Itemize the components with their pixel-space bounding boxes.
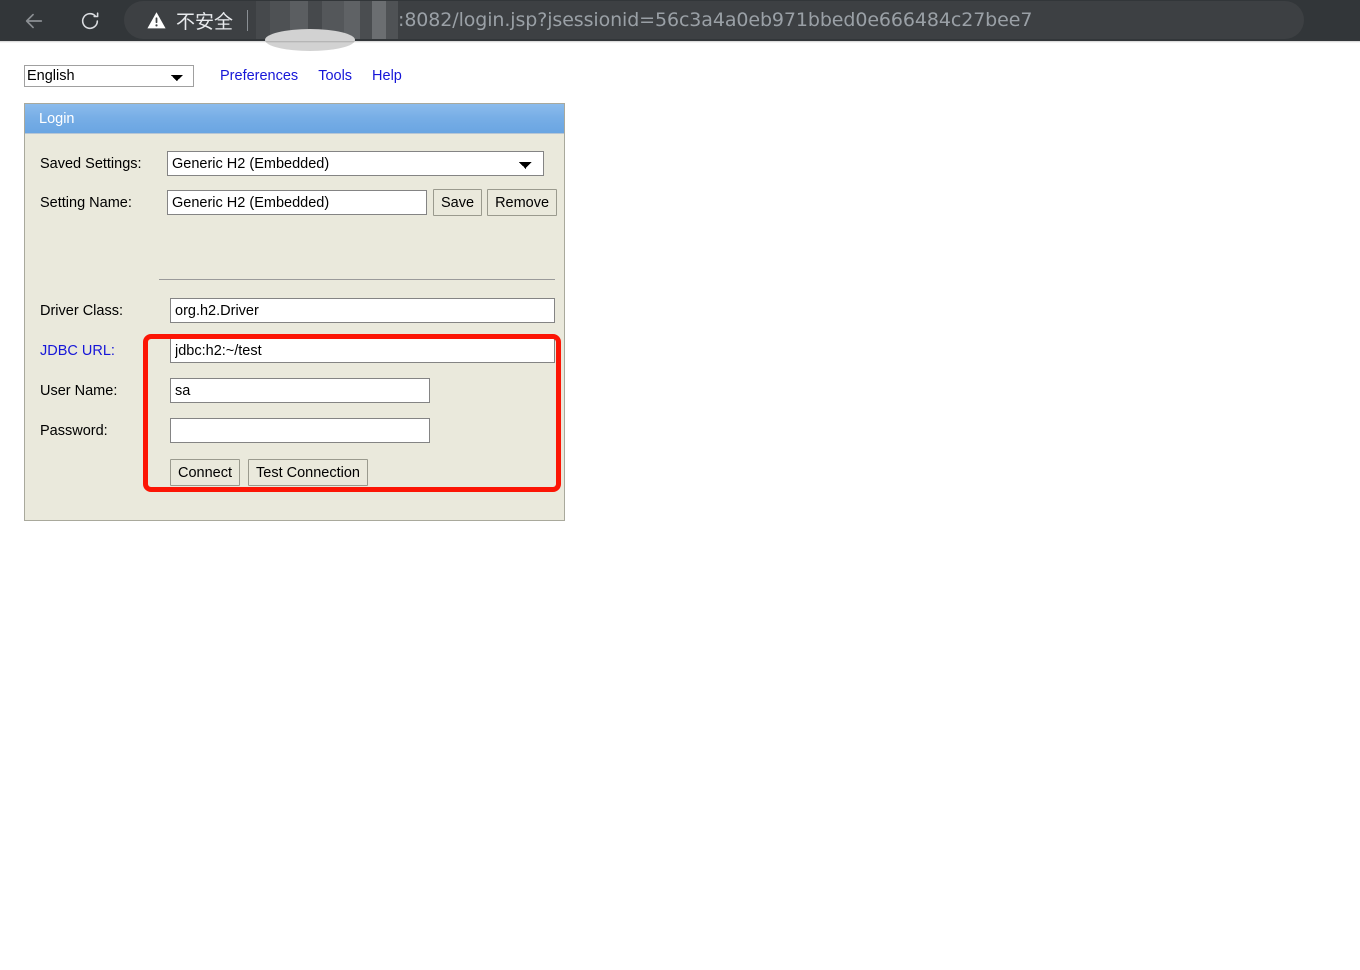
user-name-label: User Name: [40, 382, 118, 399]
driver-class-row: Driver Class: [40, 298, 555, 323]
password-label: Password: [40, 422, 108, 439]
section-divider [159, 279, 555, 280]
jdbc-url-row: JDBC URL: [40, 338, 555, 363]
password-row: Password: [40, 418, 430, 443]
driver-class-input[interactable] [170, 298, 555, 323]
back-button[interactable] [16, 3, 52, 39]
reload-icon [81, 11, 99, 29]
preferences-link[interactable]: Preferences [220, 68, 298, 84]
saved-settings-select[interactable]: Generic H2 (Embedded)Generic H2 (Server)… [167, 151, 544, 176]
browser-toolbar: 不安全 :8082/login.jsp?jsessionid=56c3a4a0e… [0, 0, 1360, 51]
saved-settings-row: Saved Settings: Generic H2 (Embedded)Gen… [40, 151, 544, 176]
omnibox-divider [247, 9, 249, 31]
app-toolbar: EnglishDeutschEspañolFrançais日本語中文 Prefe… [24, 65, 402, 87]
security-status-label: 不安全 [176, 10, 234, 33]
user-name-input[interactable] [170, 378, 430, 403]
omnibox-bottom-highlight [265, 29, 355, 51]
reload-button[interactable] [72, 3, 108, 39]
url-text: :8082/login.jsp?jsessionid=56c3a4a0eb971… [398, 9, 1033, 31]
back-arrow-icon [25, 13, 43, 28]
password-input[interactable] [170, 418, 430, 443]
save-button[interactable]: Save [433, 189, 483, 216]
test-connection-button[interactable]: Test Connection [248, 459, 368, 486]
page-title: Login [39, 110, 75, 127]
warning-triangle-icon [146, 10, 167, 31]
setting-name-row: Setting Name: Save Remove [40, 189, 558, 216]
user-name-row: User Name: [40, 378, 430, 403]
action-buttons-row: Connect Test Connection [170, 459, 368, 486]
setting-name-input[interactable] [167, 190, 427, 215]
connect-button[interactable]: Connect [170, 459, 241, 486]
saved-settings-label: Saved Settings: [40, 155, 142, 172]
setting-name-label: Setting Name: [40, 194, 132, 211]
remove-button[interactable]: Remove [487, 189, 558, 216]
login-panel: Login Saved Settings: Generic H2 (Embedd… [24, 103, 565, 521]
toolbar-shadow [0, 41, 1360, 43]
driver-class-label: Driver Class: [40, 302, 123, 319]
language-select[interactable]: EnglishDeutschEspañolFrançais日本語中文 [24, 65, 194, 87]
jdbc-url-input[interactable] [170, 338, 555, 363]
jdbc-url-link[interactable]: JDBC URL: [40, 343, 170, 359]
login-panel-header: Login [25, 104, 564, 134]
tools-link[interactable]: Tools [318, 68, 352, 84]
help-link[interactable]: Help [372, 68, 402, 84]
